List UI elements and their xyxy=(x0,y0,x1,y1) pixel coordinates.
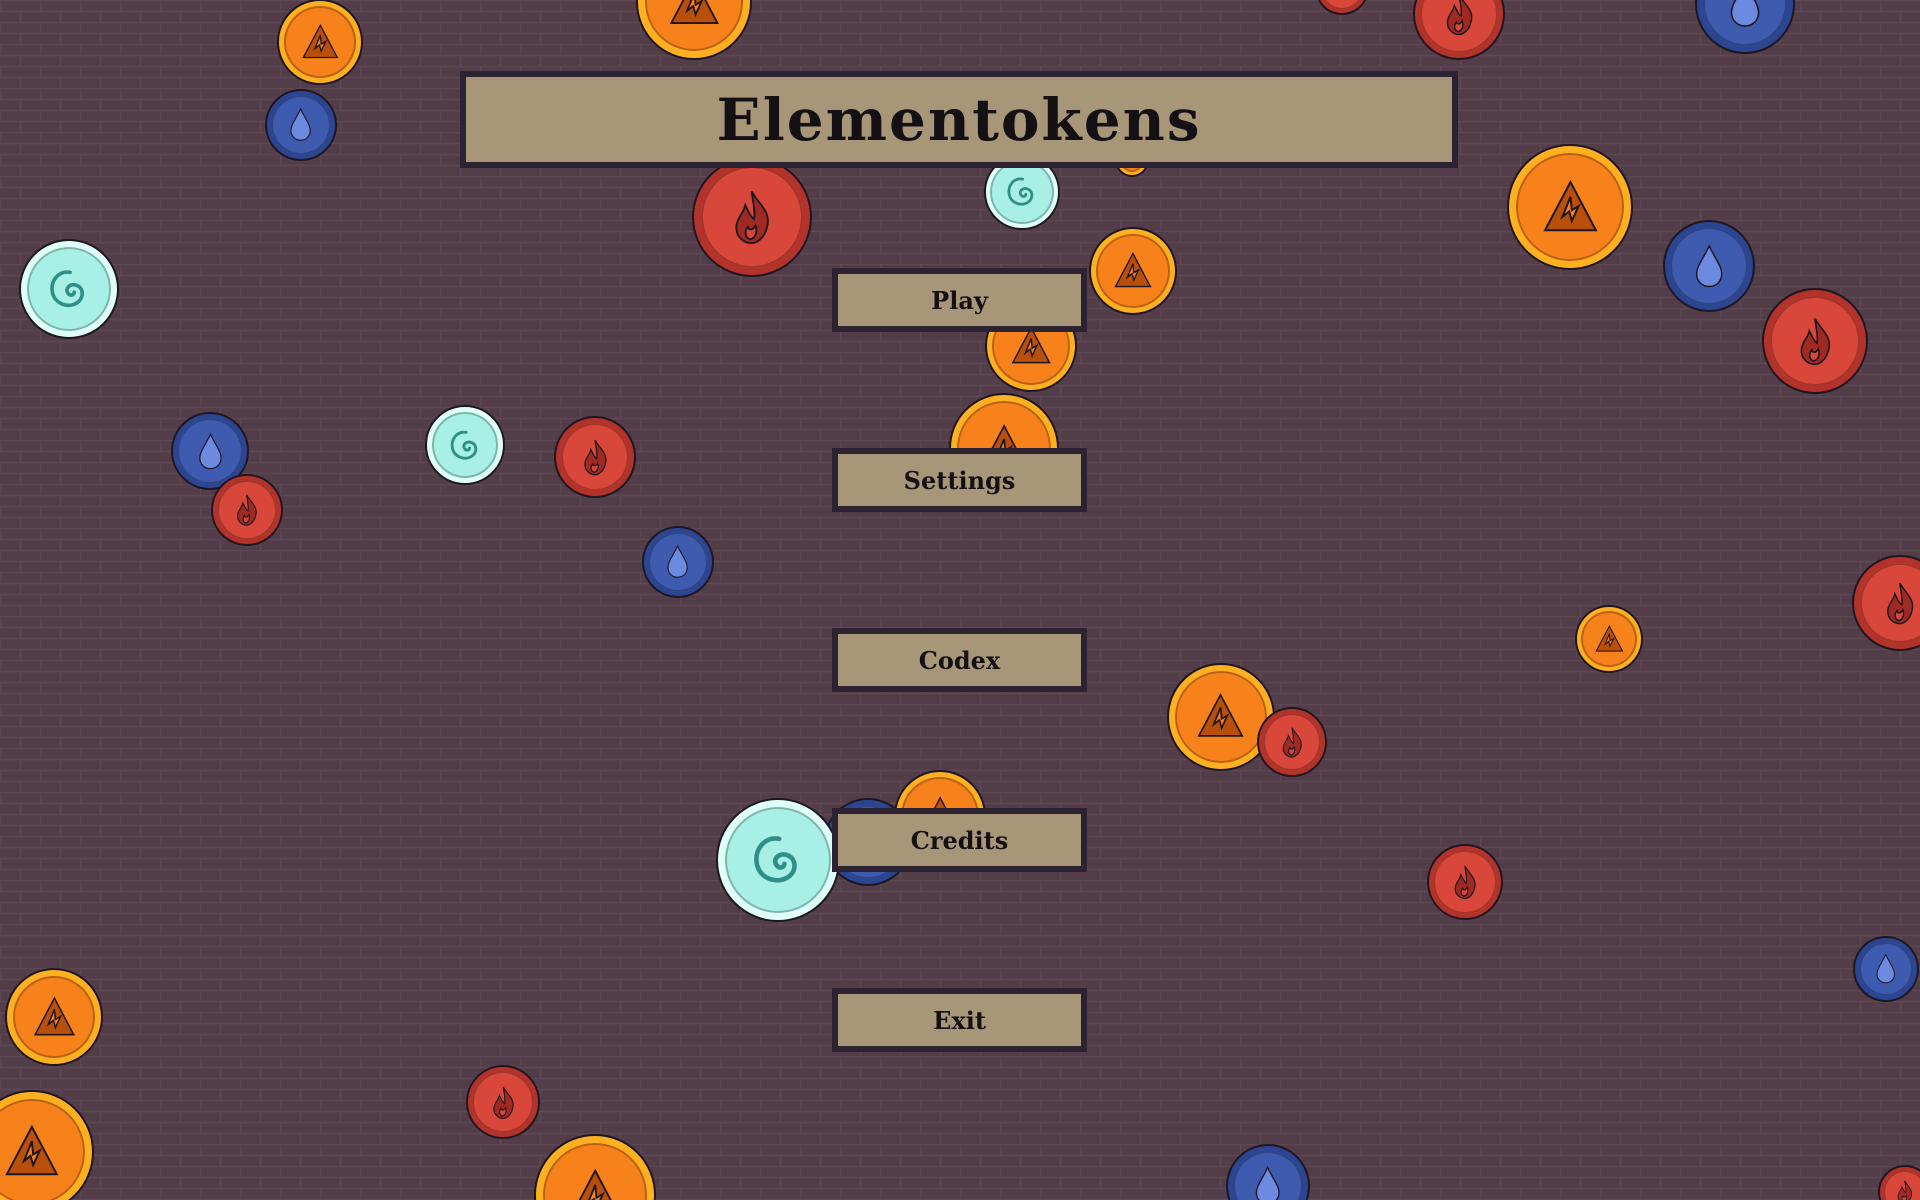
earth-token xyxy=(536,1136,654,1200)
fire-token xyxy=(468,1067,538,1137)
air-token xyxy=(718,800,838,920)
mountain-icon xyxy=(645,0,743,51)
play-button[interactable]: Play xyxy=(832,268,1087,332)
flame-icon xyxy=(1860,563,1920,643)
earth-token xyxy=(279,1,361,83)
fire-token xyxy=(1764,290,1866,392)
flame-icon xyxy=(472,1071,534,1133)
water-token xyxy=(1697,0,1793,52)
water-token xyxy=(1228,1146,1308,1200)
mountain-icon xyxy=(13,976,95,1058)
fire-token xyxy=(1415,0,1503,58)
mountain-icon xyxy=(1096,234,1170,308)
flame-icon xyxy=(1420,0,1498,53)
fire-token xyxy=(694,159,810,275)
mountain-icon xyxy=(1581,611,1637,667)
flame-icon xyxy=(1770,296,1860,386)
mountain-icon xyxy=(0,1099,85,1200)
earth-token xyxy=(638,0,750,58)
swirl-icon xyxy=(990,160,1054,224)
fire-token xyxy=(1429,846,1501,918)
swirl-icon xyxy=(27,247,111,331)
earth-token xyxy=(1169,665,1273,769)
flame-icon xyxy=(701,166,803,268)
title-banner: Elementokens xyxy=(460,71,1458,168)
flame-icon xyxy=(561,423,629,491)
earth-token xyxy=(1577,607,1641,671)
flame-icon xyxy=(217,480,277,540)
flame-icon xyxy=(1320,0,1364,10)
fire-token xyxy=(1880,1167,1920,1200)
fire-token xyxy=(1259,709,1325,775)
mountain-icon xyxy=(284,6,356,78)
mountain-icon xyxy=(1175,671,1267,763)
droplet-icon xyxy=(1233,1151,1303,1200)
earth-token xyxy=(1091,229,1175,313)
water-token xyxy=(1665,222,1753,310)
settings-button-label: Settings xyxy=(903,465,1016,495)
water-token xyxy=(267,91,335,159)
swirl-icon xyxy=(725,807,831,913)
water-token xyxy=(644,528,712,596)
droplet-icon xyxy=(648,532,708,592)
earth-token xyxy=(1509,146,1631,268)
fire-token xyxy=(1854,557,1920,649)
fire-token xyxy=(213,476,281,544)
droplet-icon xyxy=(1670,227,1748,305)
mountain-icon xyxy=(543,1143,647,1200)
play-button-label: Play xyxy=(931,285,988,315)
water-token xyxy=(1855,938,1917,1000)
mountain-icon xyxy=(1516,153,1624,261)
settings-button[interactable]: Settings xyxy=(832,448,1087,512)
game-title: Elementokens xyxy=(716,85,1202,154)
droplet-icon xyxy=(271,95,331,155)
air-token xyxy=(427,407,503,483)
droplet-icon xyxy=(1859,942,1913,996)
flame-icon xyxy=(1883,1170,1920,1200)
fire-token xyxy=(1317,0,1367,13)
droplet-icon xyxy=(177,418,243,484)
credits-button[interactable]: Credits xyxy=(832,808,1087,872)
codex-button[interactable]: Codex xyxy=(832,628,1087,692)
earth-token xyxy=(7,970,101,1064)
codex-button-label: Codex xyxy=(918,645,1001,675)
credits-button-label: Credits xyxy=(910,825,1009,855)
exit-button-label: Exit xyxy=(933,1005,986,1035)
earth-token xyxy=(0,1092,92,1200)
flame-icon xyxy=(1263,713,1321,771)
flame-icon xyxy=(1433,850,1497,914)
air-token xyxy=(21,241,117,337)
fire-token xyxy=(556,418,634,496)
exit-button[interactable]: Exit xyxy=(832,988,1087,1052)
droplet-icon xyxy=(1703,0,1787,46)
swirl-icon xyxy=(432,412,498,478)
